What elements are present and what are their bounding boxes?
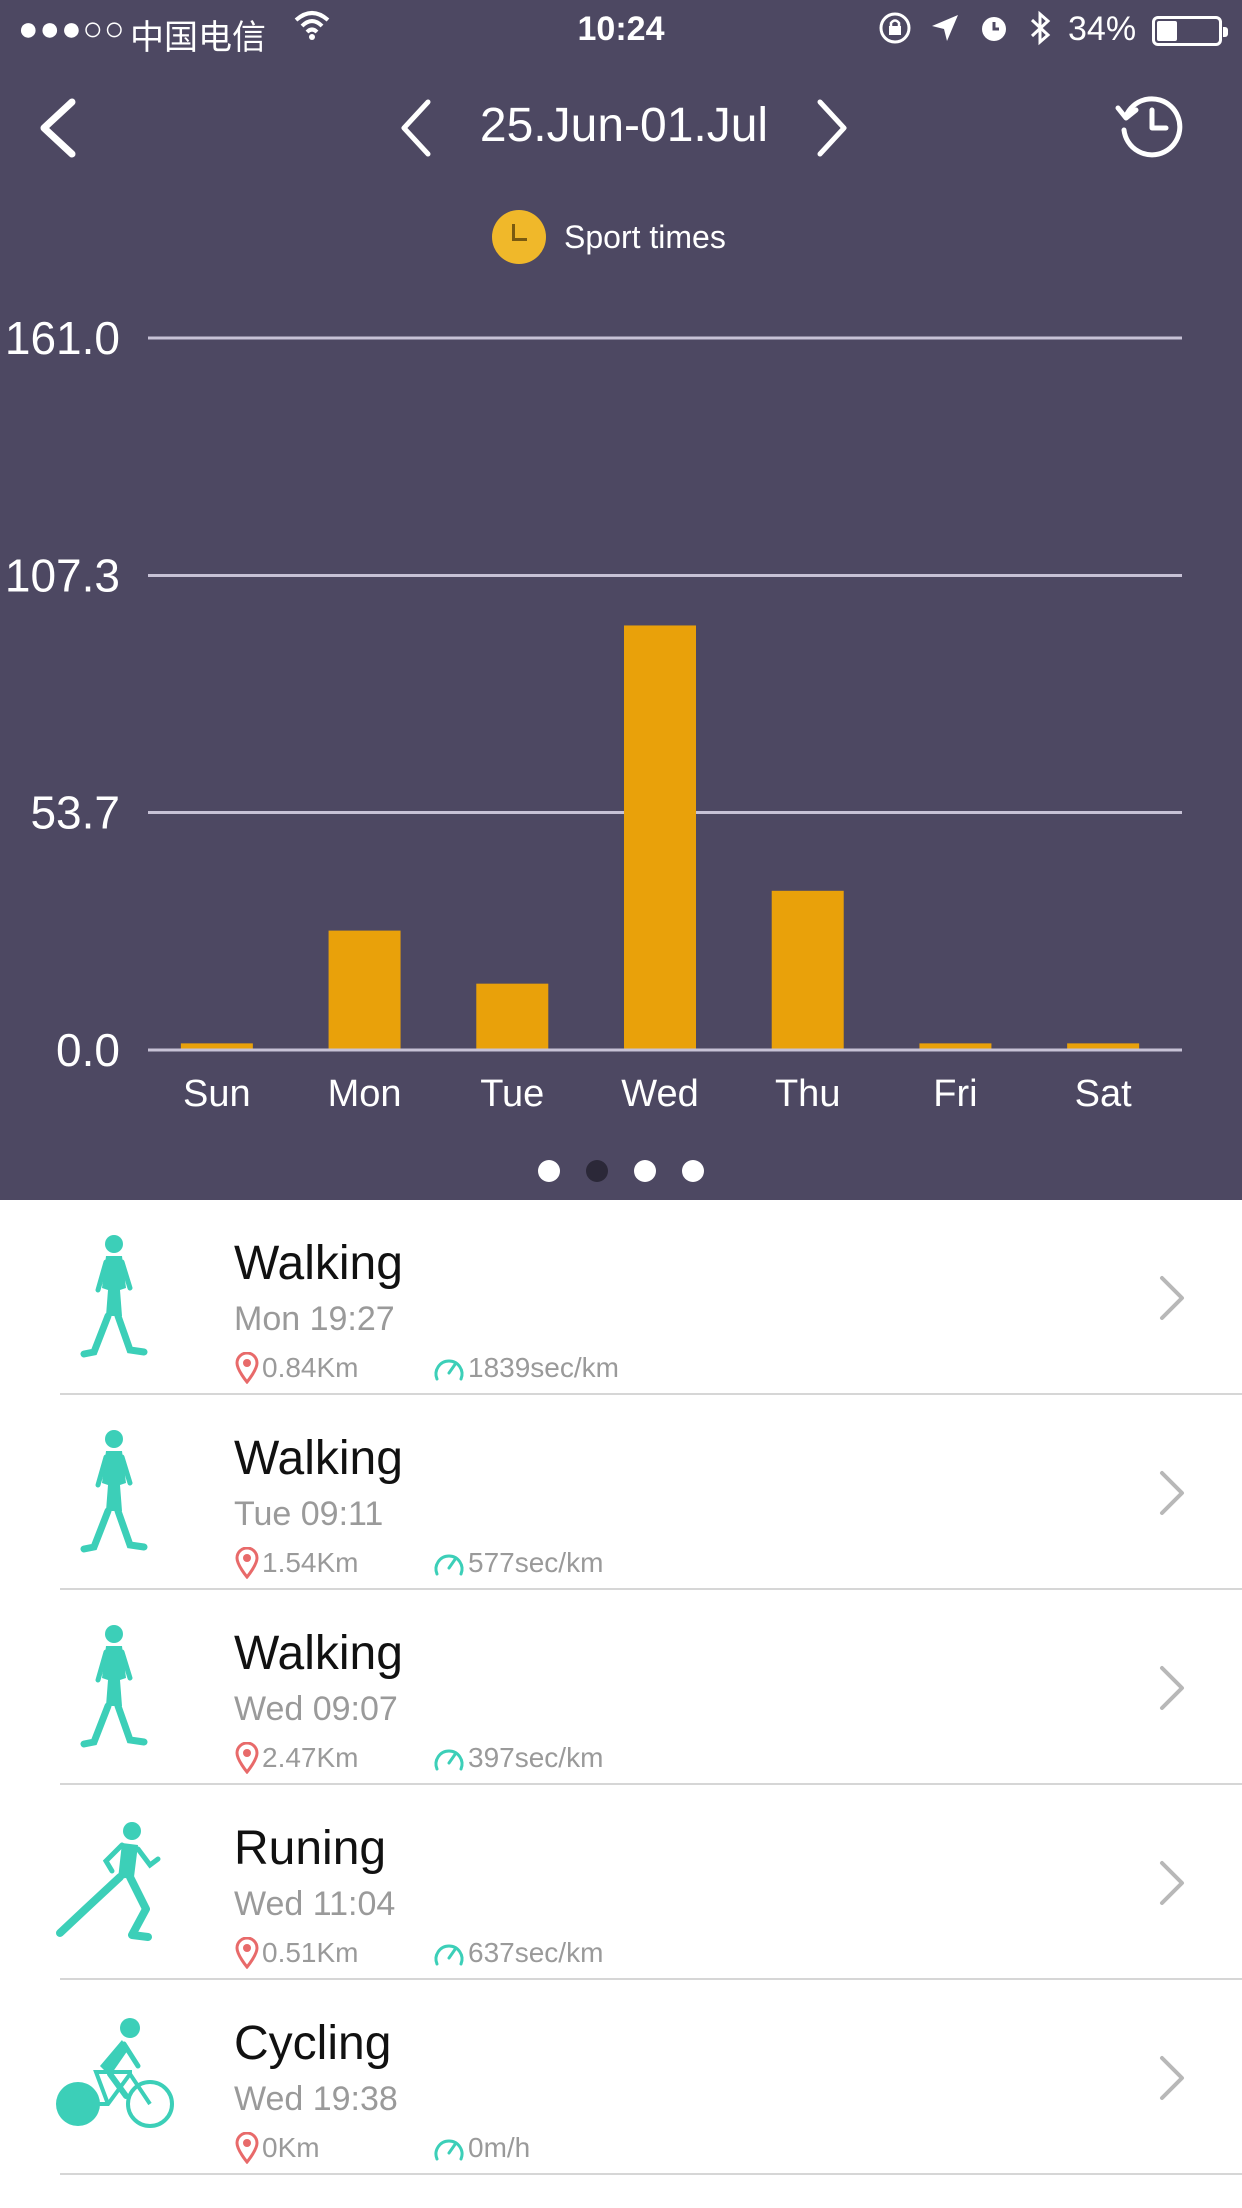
x-tick-label: Mon [328, 1073, 402, 1115]
location-pin-icon [235, 2132, 259, 2164]
activity-pace: 397sec/km [432, 1742, 603, 1774]
walking-person-icon [80, 1430, 148, 1553]
x-tick-label: Tue [480, 1073, 544, 1115]
pace-value: 1839sec/km [468, 1352, 619, 1383]
location-pin-icon [235, 1742, 259, 1774]
page-indicator[interactable] [0, 1160, 1242, 1182]
y-tick-label: 107.3 [5, 549, 120, 601]
battery-level [1157, 21, 1178, 41]
bar-tue[interactable] [476, 983, 549, 1050]
location-pin-icon [235, 1352, 259, 1384]
page-dot[interactable] [586, 1160, 608, 1182]
activity-row[interactable]: Runing Wed 11:04 0.51Km 637sec/km [0, 1785, 1242, 1980]
chevron-right-icon [1160, 1666, 1184, 1710]
activity-time: Wed 09:07 [234, 1690, 398, 1728]
chevron-right-icon [1160, 1471, 1184, 1515]
location-pin-icon [235, 1547, 259, 1579]
pace-value: 397sec/km [468, 1742, 604, 1773]
chevron-right-icon [1160, 1861, 1184, 1905]
summary-panel: ●●●○○ 中国电信 10:24 34% 25.Jun-01.Jul Sport… [0, 0, 1242, 1200]
activity-row[interactable]: Walking Wed 09:07 2.47Km 397sec/km [0, 1590, 1242, 1785]
row-divider [60, 2173, 1242, 2175]
orientation-lock-icon [879, 12, 911, 44]
bar-thu[interactable] [771, 890, 844, 1050]
speed-gauge-icon [434, 2139, 464, 2161]
speed-gauge-icon [434, 1944, 464, 1966]
activity-name: Walking [234, 1627, 403, 1680]
activity-time: Wed 11:04 [234, 1885, 396, 1923]
activity-name: Walking [234, 1237, 403, 1290]
clock-legend-icon [492, 210, 546, 264]
date-range-title: 25.Jun-01.Jul [479, 99, 769, 152]
chevron-right-icon [1160, 2056, 1184, 2100]
location-pin-icon [235, 1937, 259, 1969]
activity-time: Mon 19:27 [234, 1300, 395, 1338]
y-tick-label: 0.0 [56, 1024, 120, 1076]
distance-value: 1.54Km [262, 1547, 359, 1578]
legend-label: Sport times [564, 218, 726, 255]
activity-pace: 637sec/km [432, 1937, 603, 1969]
sport-times-chart: 0.0 53.7 107.3 161.0 Sun Mon Tue Wed Thu Fri Sat [5, 312, 1182, 1115]
status-bar: ●●●○○ 中国电信 10:24 34% [0, 0, 1242, 62]
battery-tip [1223, 27, 1228, 37]
pace-value: 637sec/km [468, 1937, 604, 1968]
status-icons [878, 10, 1052, 46]
location-arrow-icon [932, 15, 958, 41]
page-dot[interactable] [682, 1160, 704, 1182]
activity-distance: 0.84Km [234, 1352, 359, 1384]
distance-value: 0.84Km [262, 1352, 359, 1383]
speed-gauge-icon [434, 1554, 464, 1576]
y-tick-label: 161.0 [5, 312, 120, 364]
activity-distance: 0.51Km [234, 1937, 359, 1969]
distance-value: 0Km [262, 2132, 320, 2163]
distance-value: 2.47Km [262, 1742, 359, 1773]
bar-mon[interactable] [328, 930, 401, 1050]
walking-person-icon [80, 1235, 148, 1358]
activity-name: Runing [234, 1822, 387, 1875]
speed-gauge-icon [434, 1749, 464, 1771]
activity-pace: 1839sec/km [432, 1352, 619, 1384]
back-button[interactable] [28, 92, 88, 164]
y-tick-label: 53.7 [30, 787, 120, 839]
activity-time: Wed 19:38 [234, 2080, 398, 2118]
activity-distance: 1.54Km [234, 1547, 359, 1579]
x-tick-label: Thu [775, 1073, 840, 1115]
activity-list: Walking Mon 19:27 0.84Km 1839sec/km Walk… [0, 1200, 1242, 2175]
x-tick-label: Wed [621, 1073, 698, 1115]
activity-distance: 2.47Km [234, 1742, 359, 1774]
activity-distance: 0Km [234, 2132, 320, 2164]
activity-row[interactable]: Cycling Wed 19:38 0Km 0m/h [0, 1980, 1242, 2175]
speed-gauge-icon [434, 1359, 464, 1381]
next-week-button[interactable] [806, 92, 856, 164]
activity-time: Tue 09:11 [234, 1495, 384, 1533]
activity-row[interactable]: Walking Mon 19:27 0.84Km 1839sec/km [0, 1200, 1242, 1395]
chart-legend: Sport times [492, 210, 726, 264]
walking-person-icon [80, 1625, 148, 1748]
activity-pace: 0m/h [432, 2132, 530, 2164]
history-icon[interactable] [1112, 88, 1188, 164]
activity-name: Walking [234, 1432, 403, 1485]
alarm-icon [982, 17, 1006, 41]
x-tick-label: Fri [933, 1073, 977, 1115]
bar-wed[interactable] [624, 625, 696, 1050]
cycling-person-icon [56, 2018, 174, 2128]
running-person-icon [56, 1822, 161, 1941]
page-dot[interactable] [538, 1160, 560, 1182]
x-tick-label: Sun [183, 1073, 251, 1115]
battery-percent: 34% [1068, 10, 1137, 48]
chevron-right-icon [1160, 1276, 1184, 1320]
page-dot[interactable] [634, 1160, 656, 1182]
pace-value: 0m/h [468, 2132, 531, 2163]
distance-value: 0.51Km [262, 1937, 359, 1968]
pace-value: 577sec/km [468, 1547, 604, 1578]
x-tick-label: Sat [1075, 1073, 1132, 1115]
status-time: 10:24 [577, 10, 665, 48]
bluetooth-icon [1030, 10, 1051, 46]
battery-icon [1152, 16, 1228, 46]
previous-week-button[interactable] [392, 92, 442, 164]
activity-row[interactable]: Walking Tue 09:11 1.54Km 577sec/km [0, 1395, 1242, 1590]
activity-pace: 577sec/km [432, 1547, 603, 1579]
activity-name: Cycling [234, 2017, 392, 2070]
